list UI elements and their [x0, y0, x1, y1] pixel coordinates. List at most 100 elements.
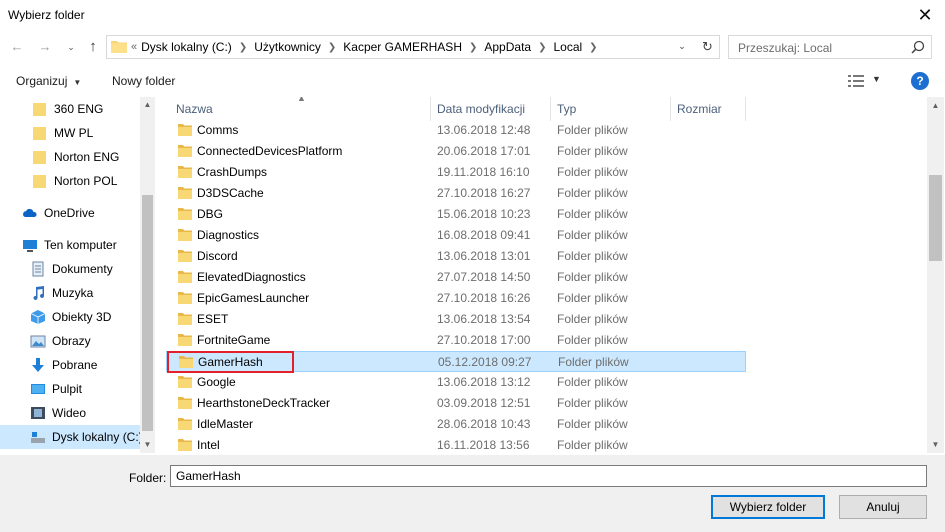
breadcrumb-overflow[interactable]: «	[131, 41, 137, 53]
chevron-right-icon[interactable]: ❯	[239, 42, 247, 53]
column-divider[interactable]	[670, 97, 671, 121]
column-header-size[interactable]: Rozmiar	[677, 97, 722, 121]
sidebar-item-norton-pol[interactable]: Norton POL	[0, 169, 140, 193]
sidebar-item-label: Dysk lokalny (C:)	[52, 430, 143, 444]
column-header-name[interactable]: Nazwa	[176, 97, 213, 121]
chevron-right-icon[interactable]: ❯	[469, 42, 477, 53]
window-title: Wybierz folder	[8, 8, 85, 22]
search-icon[interactable]	[911, 40, 925, 54]
sidebar-item-360-eng[interactable]: 360 ENG	[0, 97, 140, 121]
breadcrumb-item[interactable]: AppData	[484, 40, 531, 54]
folder-icon	[178, 208, 192, 220]
file-type: Folder plików	[558, 355, 629, 369]
file-name: ESET	[197, 312, 229, 326]
close-button[interactable]: ✕	[913, 4, 937, 28]
column-header-date[interactable]: Data modyfikacji	[437, 97, 525, 121]
sidebar-item-label: Obrazy	[52, 334, 91, 348]
file-date: 13.06.2018 13:01	[437, 249, 531, 263]
sidebar-item-norton-eng[interactable]: Norton ENG	[0, 145, 140, 169]
address-history-dropdown[interactable]: ⌄	[671, 35, 693, 59]
column-divider[interactable]	[550, 97, 551, 121]
file-name: Comms	[197, 123, 239, 137]
file-date: 05.12.2018 09:27	[438, 355, 532, 369]
breadcrumb-item[interactable]: Kacper GAMERHASH	[343, 40, 462, 54]
file-date: 13.06.2018 13:54	[437, 312, 531, 326]
file-row[interactable]: Intel 16.11.2018 13:56 Folder plików	[166, 435, 746, 453]
view-dropdown-icon[interactable]: ▼	[872, 74, 881, 84]
scroll-up-icon[interactable]: ▲	[927, 97, 944, 114]
file-row[interactable]: Diagnostics 16.08.2018 09:41 Folder plik…	[166, 225, 746, 246]
scroll-down-icon[interactable]: ▼	[927, 436, 944, 453]
sidebar-item-downloads[interactable]: Pobrane	[0, 353, 140, 377]
sidebar-item-videos[interactable]: Wideo	[0, 401, 140, 425]
new-folder-button[interactable]: Nowy folder	[112, 74, 175, 88]
breadcrumb-item[interactable]: Local	[553, 40, 582, 54]
file-row[interactable]: HearthstoneDeckTracker 03.09.2018 12:51 …	[166, 393, 746, 414]
file-row[interactable]: EpicGamesLauncher 27.10.2018 16:26 Folde…	[166, 288, 746, 309]
command-bar: Organizuj ▼ Nowy folder ▼	[0, 66, 945, 96]
file-date: 27.10.2018 16:27	[437, 186, 531, 200]
sidebar-item-documents[interactable]: Dokumenty	[0, 257, 140, 281]
file-row[interactable]: Discord 13.06.2018 13:01 Folder plików	[166, 246, 746, 267]
search-input[interactable]: Przeszukaj: Local	[738, 41, 832, 55]
sidebar-scroll-up-icon[interactable]: ▲	[140, 97, 155, 113]
column-divider[interactable]	[745, 97, 746, 121]
folder-name-input[interactable]	[170, 465, 927, 487]
folder-icon	[178, 397, 192, 409]
recent-locations-dropdown[interactable]: ⌄	[62, 38, 80, 56]
file-row[interactable]: ElevatedDiagnostics 27.07.2018 14:50 Fol…	[166, 267, 746, 288]
address-bar[interactable]: « Dysk lokalny (C:) ❯ Użytkownicy ❯ Kacp…	[106, 35, 720, 59]
sidebar-item-music[interactable]: Muzyka	[0, 281, 140, 305]
file-row[interactable]: IdleMaster 28.06.2018 10:43 Folder plikó…	[166, 414, 746, 435]
sidebar-item-label: Norton ENG	[54, 150, 120, 164]
sidebar-item-3d-objects[interactable]: Obiekty 3D	[0, 305, 140, 329]
folder-icon	[33, 127, 46, 140]
sidebar-item-mw-pl[interactable]: MW PL	[0, 121, 140, 145]
sidebar-scrollbar-thumb[interactable]	[142, 195, 153, 431]
file-row[interactable]: D3DSCache 27.10.2018 16:27 Folder plików	[166, 183, 746, 204]
column-header-type[interactable]: Typ	[557, 97, 576, 121]
sidebar-item-label: Wideo	[52, 406, 87, 420]
folder-icon	[111, 41, 127, 53]
organize-menu[interactable]: Organizuj ▼	[16, 74, 81, 88]
folder-icon	[178, 166, 192, 178]
search-box[interactable]: Przeszukaj: Local	[728, 35, 932, 59]
chevron-right-icon[interactable]: ❯	[538, 42, 546, 53]
file-name: IdleMaster	[197, 417, 254, 431]
file-row[interactable]: Google 13.06.2018 13:12 Folder plików	[166, 372, 746, 393]
help-button[interactable]: ?	[911, 72, 929, 90]
folder-icon	[178, 187, 192, 199]
breadcrumb-item[interactable]: Dysk lokalny (C:)	[141, 40, 232, 54]
select-folder-button[interactable]: Wybierz folder	[711, 495, 825, 519]
view-options-icon[interactable]	[848, 74, 864, 88]
file-row[interactable]: DBG 15.06.2018 10:23 Folder plików	[166, 204, 746, 225]
file-row[interactable]: FortniteGame 27.10.2018 17:00 Folder pli…	[166, 330, 746, 351]
sidebar-item-onedrive[interactable]: OneDrive	[0, 201, 140, 225]
sidebar-item-desktop[interactable]: Pulpit	[0, 377, 140, 401]
forward-button[interactable]: →	[36, 38, 54, 56]
sidebar-item-local-disk[interactable]: Dysk lokalny (C:)	[0, 425, 143, 449]
file-date: 16.08.2018 09:41	[437, 228, 531, 242]
file-row[interactable]: Comms 13.06.2018 12:48 Folder plików	[166, 120, 746, 141]
back-button[interactable]: ←	[8, 38, 26, 56]
column-divider[interactable]	[430, 97, 431, 121]
sidebar-scroll-down-icon[interactable]: ▼	[140, 437, 155, 453]
file-name: EpicGamesLauncher	[197, 291, 310, 305]
file-name: DBG	[197, 207, 224, 221]
cancel-button[interactable]: Anuluj	[839, 495, 927, 519]
file-row[interactable]: ESET 13.06.2018 13:54 Folder plików	[166, 309, 746, 330]
chevron-right-icon[interactable]: ❯	[589, 42, 597, 53]
sidebar-item-pictures[interactable]: Obrazy	[0, 329, 140, 353]
breadcrumb: « Dysk lokalny (C:) ❯ Użytkownicy ❯ Kacp…	[131, 36, 605, 58]
file-row[interactable]: ConnectedDevicesPlatform 20.06.2018 17:0…	[166, 141, 746, 162]
file-row[interactable]: CrashDumps 19.11.2018 16:10 Folder plikó…	[166, 162, 746, 183]
file-type: Folder plików	[557, 165, 628, 179]
sidebar-item-this-pc[interactable]: Ten komputer	[0, 233, 140, 257]
chevron-right-icon[interactable]: ❯	[328, 42, 336, 53]
up-button[interactable]: ↑	[84, 38, 102, 56]
file-list-scrollbar-thumb[interactable]	[929, 175, 942, 261]
refresh-button[interactable]: ↻	[696, 35, 720, 59]
file-name: ConnectedDevicesPlatform	[197, 144, 343, 158]
breadcrumb-item[interactable]: Użytkownicy	[254, 40, 321, 54]
file-list-scrollbar[interactable]	[927, 97, 944, 453]
